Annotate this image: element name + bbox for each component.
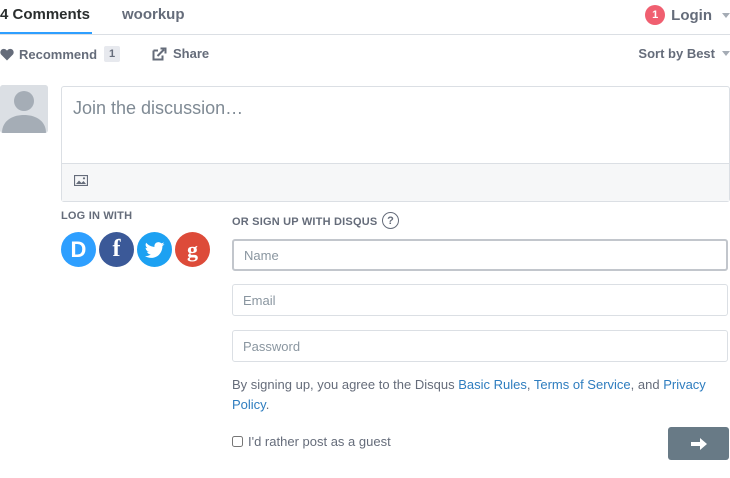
recommend-button[interactable]: Recommend 1 [0,46,121,62]
tab-forum[interactable]: woorkup [122,6,185,23]
disqus-login-button[interactable]: D [61,232,96,267]
help-icon[interactable]: ? [382,212,399,229]
share-icon [152,47,167,60]
terms-of-service-link[interactable]: Terms of Service [534,377,631,392]
email-field[interactable] [232,284,728,316]
sort-label: Sort by Best [638,46,715,61]
twitter-login-button[interactable] [137,232,172,267]
share-label: Share [173,46,210,61]
login-with-label: LOG IN WITH [61,210,133,222]
comment-input[interactable] [62,87,729,163]
submit-button[interactable] [668,427,729,460]
composer-toolbar [62,163,729,201]
chevron-down-icon [722,12,730,18]
facebook-icon: f [112,236,121,262]
facebook-login-button[interactable]: f [99,232,134,267]
twitter-icon [144,241,164,258]
terms-prefix: By signing up, you agree to the Disqus [232,377,459,392]
recommend-count: 1 [104,46,121,62]
disqus-icon: D [70,236,87,262]
password-field[interactable] [232,330,728,362]
login-menu[interactable]: 1 Login [645,4,730,26]
guest-checkbox[interactable] [232,436,243,447]
terms-separator: , [526,377,534,392]
basic-rules-link[interactable]: Basic Rules [458,377,527,392]
google-login-button[interactable]: g [175,232,210,267]
share-button[interactable]: Share [152,46,209,61]
avatar [0,85,48,133]
notification-badge[interactable]: 1 [645,5,666,25]
name-field[interactable] [232,239,728,271]
signup-label: OR SIGN UP WITH DISQUS [232,216,378,228]
tab-comments[interactable]: 4 Comments [0,6,90,23]
chevron-down-icon [722,51,730,56]
terms-and: , and [630,377,664,392]
login-label[interactable]: Login [671,7,712,24]
heart-icon [0,48,14,60]
terms-text: By signing up, you agree to the Disqus B… [232,375,728,415]
guest-label: I'd rather post as a guest [248,434,391,449]
sort-dropdown[interactable]: Sort by Best [638,46,730,61]
nav-divider [0,34,730,35]
guest-checkbox-row[interactable]: I'd rather post as a guest [232,434,391,449]
google-icon: g [187,236,198,262]
image-upload-icon[interactable] [74,175,88,186]
recommend-label: Recommend [19,46,98,62]
comment-composer [61,86,730,202]
user-icon [0,85,48,133]
arrow-right-icon [690,437,707,450]
terms-period: . [265,397,270,412]
